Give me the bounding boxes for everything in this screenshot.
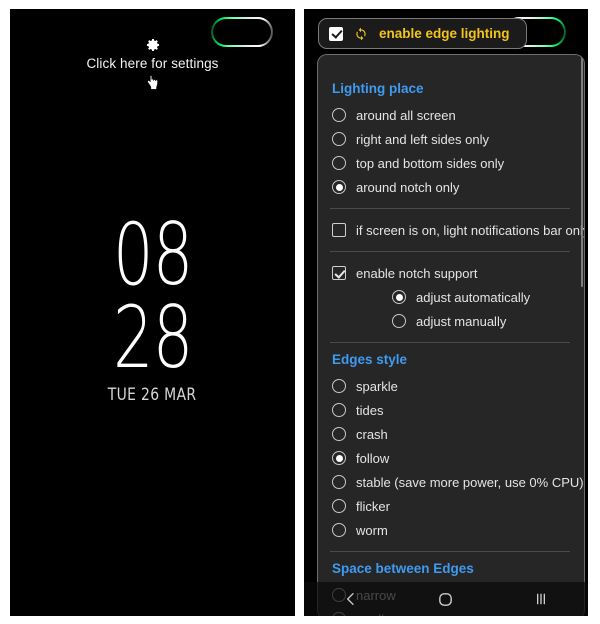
radio-row[interactable]: adjust manually <box>330 309 572 333</box>
option-label: flicker <box>356 498 390 514</box>
radio-row[interactable]: around all screen <box>330 103 572 127</box>
radio-icon[interactable] <box>392 314 406 328</box>
radio-row[interactable]: adjust automatically <box>330 285 572 309</box>
enable-edge-lighting-label: enable edge lighting <box>379 26 510 41</box>
section-divider <box>330 208 570 209</box>
sync-icon <box>354 27 368 41</box>
radio-row[interactable]: sparkle <box>330 374 572 398</box>
settings-hint-label: Click here for settings <box>86 56 219 71</box>
radio-icon[interactable] <box>332 180 346 194</box>
checkbox-row[interactable]: enable notch support <box>330 261 572 285</box>
option-label: if screen is on, light notifications bar… <box>356 222 584 238</box>
gear-icon <box>145 37 161 53</box>
option-label: sparkle <box>356 378 398 394</box>
option-label: right and left sides only <box>356 131 489 147</box>
settings-panel: Lighting place around all screen right and… <box>317 54 585 616</box>
option-label: follow <box>356 450 390 466</box>
radio-row[interactable]: stable (save more power, use 0% CPU) <box>330 470 584 494</box>
checkbox-row[interactable]: if screen is on, light notifications bar… <box>330 218 584 242</box>
radio-row[interactable]: crash <box>330 422 572 446</box>
back-icon[interactable] <box>343 591 359 607</box>
radio-row[interactable]: tides <box>330 398 572 422</box>
right-phone-frame: Lighting place around all screen right and… <box>302 7 590 618</box>
checkbox-icon[interactable] <box>332 266 346 280</box>
option-label: adjust automatically <box>416 289 531 305</box>
radio-row[interactable]: top and bottom sides only <box>330 151 572 175</box>
radio-icon[interactable] <box>332 108 346 122</box>
settings-hint[interactable]: Click here for settings <box>10 37 295 91</box>
settings-scroll-area[interactable]: Lighting place around all screen right and… <box>318 55 584 616</box>
enable-edge-lighting-row[interactable]: enable edge lighting <box>318 18 527 49</box>
pointing-hand-icon <box>145 74 160 91</box>
radio-row[interactable]: worm <box>330 518 572 542</box>
option-label: enable notch support <box>356 265 478 281</box>
option-label: around notch only <box>356 179 460 195</box>
section-title: Space between Edges <box>332 561 474 576</box>
option-label: top and bottom sides only <box>356 155 505 171</box>
radio-icon[interactable] <box>332 451 346 465</box>
radio-icon[interactable] <box>392 290 406 304</box>
radio-icon[interactable] <box>332 132 346 146</box>
radio-icon[interactable] <box>332 523 346 537</box>
section-divider <box>330 551 570 552</box>
left-phone-screen: Click here for settings 08 28 TUE 26 MAR <box>10 9 295 616</box>
radio-icon[interactable] <box>332 499 346 513</box>
recents-icon[interactable] <box>533 591 549 607</box>
option-label: adjust manually <box>416 313 507 329</box>
right-phone-screen: Lighting place around all screen right and… <box>304 9 588 616</box>
section-divider <box>330 342 570 343</box>
clock-date: TUE 26 MAR <box>108 384 197 405</box>
radio-row[interactable]: around notch only <box>330 175 572 199</box>
radio-icon[interactable] <box>332 403 346 417</box>
option-label: worm <box>356 522 388 538</box>
radio-icon[interactable] <box>332 156 346 170</box>
radio-row[interactable]: flicker <box>330 494 572 518</box>
radio-row[interactable]: follow <box>330 446 572 470</box>
radio-icon[interactable] <box>332 475 346 489</box>
option-label: crash <box>356 426 388 442</box>
screenshot-root: Click here for settings 08 28 TUE 26 MAR <box>0 0 600 624</box>
option-label: stable (save more power, use 0% CPU) <box>356 474 584 490</box>
home-icon[interactable] <box>437 591 454 608</box>
android-navbar <box>304 582 588 616</box>
checkbox-icon[interactable] <box>332 223 346 237</box>
radio-icon[interactable] <box>332 379 346 393</box>
clock-hour: 08 <box>112 205 193 305</box>
left-phone-frame: Click here for settings 08 28 TUE 26 MAR <box>8 7 297 618</box>
clock-minute: 28 <box>112 288 193 389</box>
enable-edge-lighting-checkbox[interactable] <box>329 26 343 41</box>
option-label: tides <box>356 402 384 418</box>
option-label: around all screen <box>356 107 456 123</box>
section-title: Lighting place <box>332 81 424 96</box>
section-divider <box>330 251 570 252</box>
section-title: Edges style <box>332 352 408 367</box>
settings-scrollbar[interactable] <box>581 57 583 287</box>
lockscreen-clock: 08 28 TUE 26 MAR <box>10 205 295 405</box>
radio-icon[interactable] <box>332 427 346 441</box>
radio-row[interactable]: right and left sides only <box>330 127 572 151</box>
